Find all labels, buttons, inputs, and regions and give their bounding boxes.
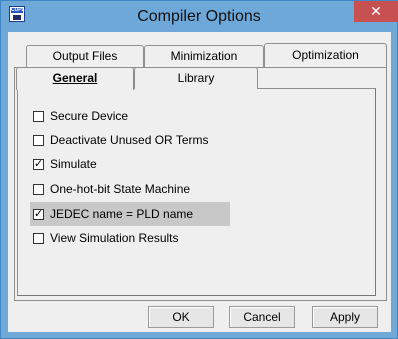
- one-hot-bit-state-machine-label: One-hot-bit State Machine: [50, 182, 191, 196]
- tab-output-files[interactable]: Output Files: [26, 45, 144, 67]
- deactivate-unused-or-terms-checkbox[interactable]: [33, 134, 44, 146]
- apply-button[interactable]: Apply: [312, 306, 378, 328]
- tab-optimization[interactable]: Optimization: [264, 43, 387, 67]
- tab-minimization[interactable]: Minimization: [144, 45, 264, 67]
- secure-device-checkbox[interactable]: [33, 110, 44, 122]
- option-jedec-name-pld-name[interactable]: ✓ JEDEC name = PLD name: [30, 202, 230, 226]
- one-hot-bit-state-machine-checkbox[interactable]: [33, 183, 44, 195]
- view-simulation-results-label: View Simulation Results: [50, 231, 179, 245]
- title-bar[interactable]: CUPL Compiler Options ✕: [1, 1, 398, 32]
- close-icon: ✕: [370, 3, 382, 19]
- option-secure-device[interactable]: Secure Device: [30, 106, 230, 126]
- ok-button[interactable]: OK: [148, 306, 214, 328]
- view-simulation-results-checkbox[interactable]: [33, 232, 44, 244]
- cancel-button[interactable]: Cancel: [229, 306, 295, 328]
- option-view-simulation-results[interactable]: View Simulation Results: [30, 228, 230, 248]
- deactivate-unused-or-terms-label: Deactivate Unused OR Terms: [50, 133, 209, 147]
- tab-library[interactable]: Library: [134, 67, 258, 89]
- simulate-label: Simulate: [50, 157, 97, 171]
- option-deactivate-unused-or-terms[interactable]: Deactivate Unused OR Terms: [30, 130, 230, 150]
- compiler-options-window: CUPL Compiler Options ✕ Output Files Min…: [0, 0, 398, 339]
- window-title: Compiler Options: [137, 8, 261, 25]
- dialog-client: Output Files Minimization Optimization G…: [8, 32, 391, 332]
- simulate-checkbox[interactable]: ✓: [33, 158, 44, 170]
- option-simulate[interactable]: ✓ Simulate: [30, 154, 230, 174]
- jedec-name-pld-name-checkbox[interactable]: ✓: [33, 208, 44, 220]
- secure-device-label: Secure Device: [50, 109, 129, 123]
- option-one-hot-bit-state-machine[interactable]: One-hot-bit State Machine: [30, 179, 230, 199]
- close-button[interactable]: ✕: [354, 1, 398, 22]
- jedec-name-pld-name-label: JEDEC name = PLD name: [50, 207, 194, 221]
- tab-general[interactable]: General: [16, 67, 134, 90]
